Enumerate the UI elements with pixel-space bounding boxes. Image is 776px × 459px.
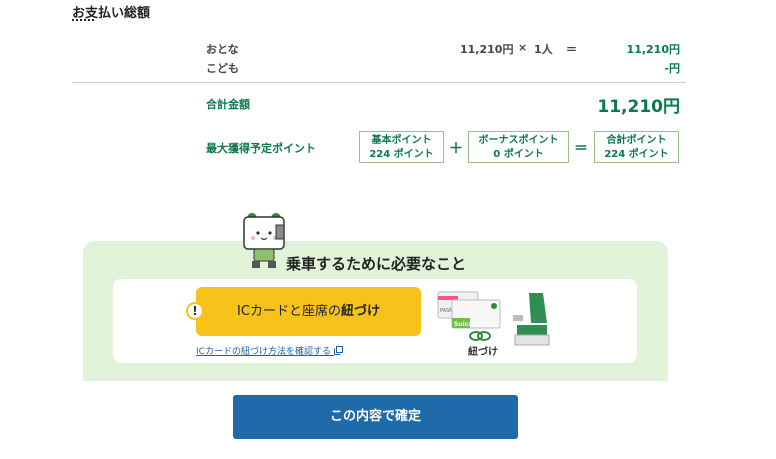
ic-button-label: ICカードと座席の <box>237 304 341 319</box>
bonus-points-value: 0 ポイント <box>493 149 544 160</box>
passenger-count: 1人 <box>534 43 553 56</box>
suica-logo-text: Suica <box>454 321 472 328</box>
basic-points-value: 224 ポイント <box>369 149 434 160</box>
mascot-icon <box>243 213 285 268</box>
link-caption: 紐づけ <box>468 347 498 358</box>
points-equals-sign: ＝ <box>574 141 588 157</box>
unit-price: 11,210円 <box>460 43 514 56</box>
child-total: -円 <box>664 62 680 75</box>
requirements-title: 乗車するために必要なこと <box>286 255 467 273</box>
confirm-button[interactable]: この内容で確定 <box>233 395 518 439</box>
equals-sign: ＝ <box>566 43 577 56</box>
total-points-title: 合計ポイント <box>606 135 667 146</box>
total-points-box: 合計ポイント 224 ポイント <box>594 131 679 163</box>
divider <box>72 82 686 83</box>
bonus-points-title: ボーナスポイント <box>478 135 559 146</box>
ic-help-link[interactable]: ICカードの紐づけ方法を確認する <box>196 344 343 357</box>
warning-icon: ! <box>186 302 204 320</box>
total-amount: 11,210円 <box>597 97 680 117</box>
plus-sign: ＋ <box>449 141 463 157</box>
basic-points-title: 基本ポイント <box>371 135 432 146</box>
ic-button-label-bold: 紐づけ <box>340 304 380 319</box>
child-label: こども <box>206 62 239 75</box>
title-underline <box>72 19 94 23</box>
total-points-value: 224 ポイント <box>604 149 669 160</box>
train-seat-icon <box>513 293 550 346</box>
ic-link-button[interactable]: ICカードと座席の紐づけ <box>196 287 421 336</box>
adult-total: 11,210円 <box>626 43 680 56</box>
ic-help-link-text: ICカードの紐づけ方法を確認する <box>196 347 331 357</box>
times-sign: × <box>518 41 528 54</box>
chain-link-icon <box>469 331 491 341</box>
total-label: 合計金額 <box>206 98 250 111</box>
ic-cards-icon: PASMO Suica <box>437 291 501 329</box>
external-window-icon <box>333 346 343 355</box>
basic-points-box: 基本ポイント 224 ポイント <box>359 131 444 163</box>
adult-label: おとな <box>206 43 239 56</box>
points-label: 最大獲得予定ポイント <box>206 142 316 155</box>
bonus-points-box: ボーナスポイント 0 ポイント <box>468 131 569 163</box>
